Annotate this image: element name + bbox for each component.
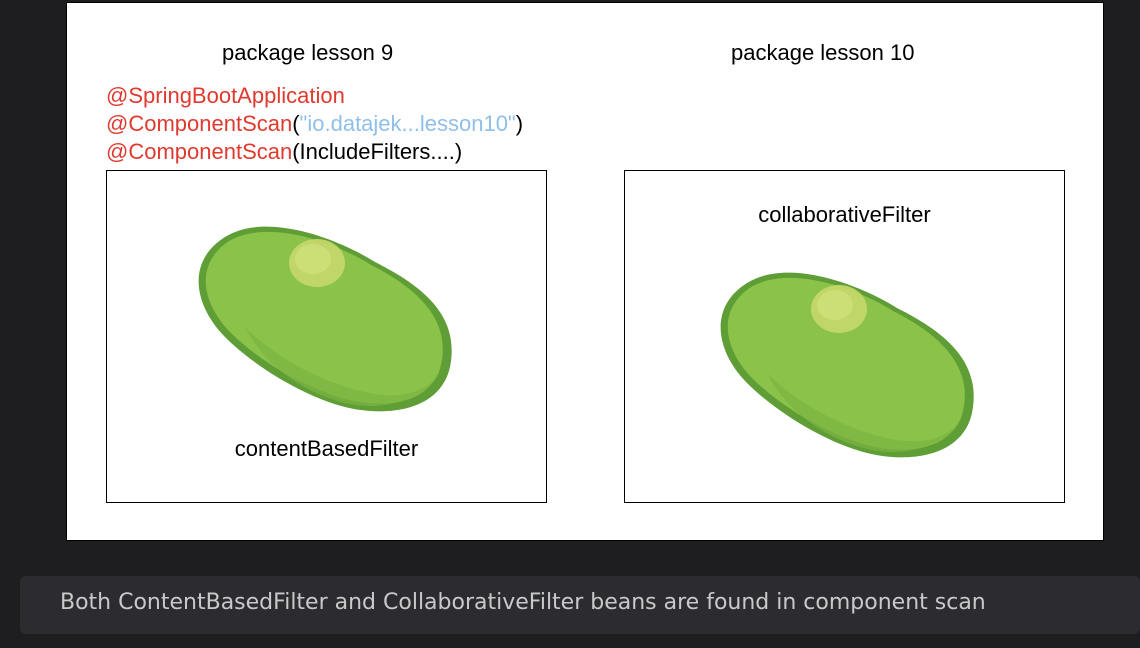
left-package-title: package lesson 9	[222, 40, 394, 65]
caption-text: Both ContentBasedFilter and Collaborativ…	[60, 590, 986, 615]
annotation-componentscan-package: @ComponentScan("io.datajek...lesson10")	[106, 110, 523, 138]
annotation-paren: )	[515, 111, 524, 136]
annotation-text: @ComponentScan	[106, 111, 293, 136]
right-bean-label: collaborativeFilter	[758, 202, 931, 227]
caption-bar: Both ContentBasedFilter and Collaborativ…	[20, 576, 1140, 634]
left-package-box: contentBasedFilter	[106, 170, 547, 503]
bean-icon	[198, 226, 452, 412]
annotation-paren: (	[292, 111, 300, 136]
annotation-block: @SpringBootApplication @ComponentScan("i…	[106, 82, 523, 166]
left-bean-label: contentBasedFilter	[234, 436, 419, 461]
bean-icon	[720, 272, 974, 458]
annotation-text: @SpringBootApplication	[106, 83, 345, 108]
annotation-string: "io.datajek...lesson10"	[299, 111, 516, 136]
annotation-text: @ComponentScan	[106, 139, 293, 164]
annotation-componentscan-filters: @ComponentScan(IncludeFilters....)	[106, 138, 523, 166]
annotation-springbootapplication: @SpringBootApplication	[106, 82, 523, 110]
right-package-title: package lesson 10	[731, 40, 915, 65]
right-package-box: collaborativeFilter	[624, 170, 1065, 503]
annotation-args: (IncludeFilters....)	[292, 139, 463, 164]
diagram-slide: package lesson 9 package lesson 10 @Spri…	[66, 2, 1104, 541]
